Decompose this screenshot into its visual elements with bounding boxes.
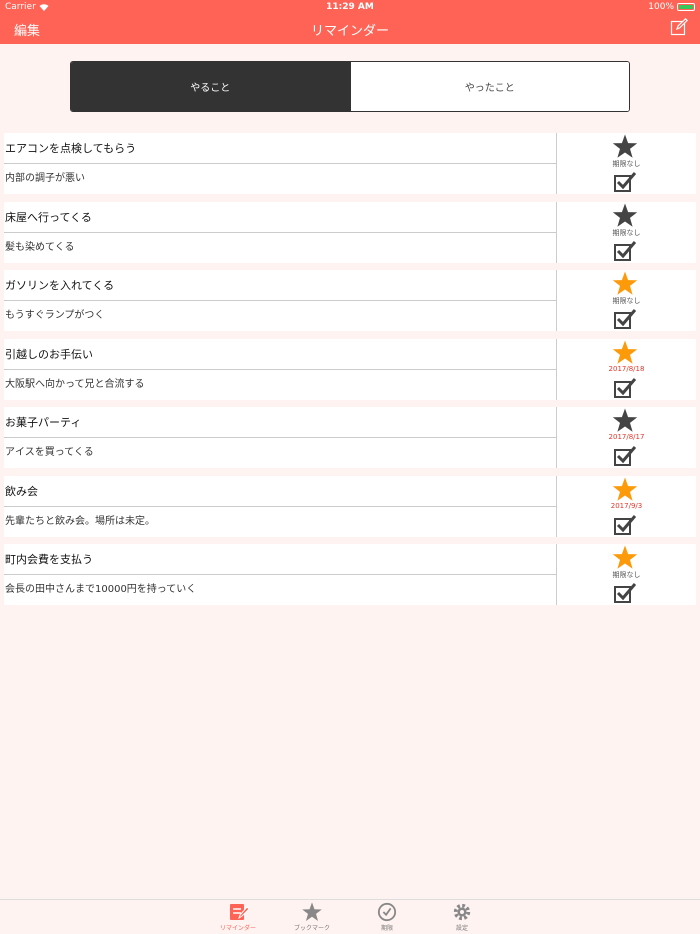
list-item[interactable]: 引越しのお手伝い大阪駅へ向かって兄と合流する 2017/8/18 bbox=[4, 338, 696, 400]
battery-icon bbox=[677, 3, 695, 11]
list-item-title: 飲み会 bbox=[4, 476, 557, 507]
list-item-text[interactable]: ガソリンを入れてくるもうすぐランプがつく bbox=[4, 270, 557, 331]
list-item-note: もうすぐランプがつく bbox=[5, 310, 105, 321]
star-icon[interactable] bbox=[612, 134, 638, 159]
checkbox-icon[interactable] bbox=[613, 445, 637, 467]
tab-label: リマインダー bbox=[219, 925, 256, 932]
checkbox-icon[interactable] bbox=[613, 582, 637, 604]
tab-star[interactable]: ブックマーク bbox=[282, 902, 342, 932]
list-item-title: エアコンを点検してもらう bbox=[4, 133, 557, 164]
reminder-icon bbox=[208, 902, 268, 922]
list-item-text[interactable]: エアコンを点検してもらう内部の調子が悪い bbox=[4, 133, 557, 194]
gear-icon bbox=[432, 902, 492, 922]
battery-group: 100% bbox=[648, 2, 695, 12]
page-title: リマインダー bbox=[310, 24, 389, 39]
list-item-title: 町内会費を支払う bbox=[4, 544, 557, 575]
list-item[interactable]: 床屋へ行ってくる髪も染めてくる 期限なし bbox=[4, 201, 696, 263]
due-date-label: 期限なし bbox=[612, 228, 641, 237]
due-date-label: 2017/8/18 bbox=[608, 364, 645, 373]
tab-gear[interactable]: 設定 bbox=[432, 902, 492, 932]
list-item[interactable]: 町内会費を支払う会長の田中さんまで10000円を持っていく 期限なし bbox=[4, 544, 696, 605]
tab-clock[interactable]: 期限 bbox=[357, 902, 417, 932]
star-icon[interactable] bbox=[612, 271, 638, 296]
list-item-title: ガソリンを入れてくる bbox=[4, 270, 557, 301]
list-item-actions: 2017/8/17 bbox=[557, 407, 696, 468]
list-item-title: お菓子パーティ bbox=[4, 407, 557, 438]
list-item-text[interactable]: 飲み会先輩たちと飲み会。場所は未定。 bbox=[4, 475, 557, 537]
star-icon[interactable] bbox=[612, 203, 638, 228]
list-item-actions: 2017/8/18 bbox=[557, 339, 696, 400]
list-item-actions: 2017/9/3 bbox=[557, 476, 696, 537]
tab-label: 期限 bbox=[380, 925, 393, 932]
due-date-label: 2017/8/17 bbox=[608, 433, 645, 441]
checkbox-icon[interactable] bbox=[613, 240, 637, 262]
status-bar: Carrier 11:29 AM 100% bbox=[0, 0, 700, 14]
list-item-text[interactable]: 町内会費を支払う会長の田中さんまで10000円を持っていく bbox=[4, 544, 557, 605]
tab-bar: リマインダー ブックマーク 期限 設定 bbox=[0, 899, 700, 934]
list-item-actions: 期限なし bbox=[557, 202, 696, 263]
segmented-control: やること やったこと bbox=[70, 61, 630, 112]
list-item-text[interactable]: 引越しのお手伝い大阪駅へ向かって兄と合流する bbox=[4, 338, 557, 400]
list-item-actions: 期限なし bbox=[557, 544, 696, 605]
list-item[interactable]: 飲み会先輩たちと飲み会。場所は未定。 2017/9/3 bbox=[4, 475, 696, 537]
list-item-note: 会長の田中さんまで10000円を持っていく bbox=[5, 584, 197, 595]
list-item-text[interactable]: 床屋へ行ってくる髪も染めてくる bbox=[4, 201, 557, 263]
due-date-label: 期限なし bbox=[612, 571, 641, 579]
due-date-label: 2017/9/3 bbox=[610, 501, 643, 510]
due-date-label: 期限なし bbox=[612, 297, 641, 305]
star-icon[interactable] bbox=[612, 545, 638, 570]
navigation-bar: Carrier 11:29 AM 100% 編集 リマインダー bbox=[0, 0, 700, 44]
list-item-title: 引越しのお手伝い bbox=[4, 339, 557, 370]
checkbox-icon[interactable] bbox=[613, 514, 637, 536]
list-item-title: 床屋へ行ってくる bbox=[4, 202, 557, 233]
star-icon[interactable] bbox=[612, 477, 638, 502]
checkbox-icon[interactable] bbox=[613, 377, 637, 399]
segment-done[interactable]: やったこと bbox=[349, 62, 629, 111]
reminder-list: エアコンを点検してもらう 内部の調子が悪い 期限なし 床屋へ行ってくる 髪も染めてくる期… bbox=[4, 133, 696, 613]
status-time: 11:29 AM bbox=[326, 2, 374, 12]
list-item[interactable]: ガソリンを入れてくるもうすぐランプがつく 期限なし bbox=[4, 270, 696, 331]
star-icon bbox=[282, 902, 342, 922]
star-icon[interactable] bbox=[612, 340, 638, 365]
list-item-actions: 期限なし bbox=[557, 133, 696, 194]
battery-label: 100% bbox=[648, 2, 674, 12]
segment-todo[interactable]: やること bbox=[71, 62, 350, 111]
tab-label: ブックマーク bbox=[293, 925, 330, 932]
checkbox-icon[interactable] bbox=[613, 171, 637, 193]
tab-label: 設定 bbox=[455, 925, 468, 932]
list-item[interactable]: お菓子パーティアイスを買ってくる 2017/8/17 bbox=[4, 407, 696, 468]
checkbox-icon[interactable] bbox=[613, 308, 637, 330]
due-date-label: 期限なし bbox=[612, 160, 641, 168]
tab-reminder[interactable]: リマインダー bbox=[208, 902, 268, 932]
compose-icon[interactable] bbox=[670, 18, 688, 36]
list-item-note: 髪も染めてくる bbox=[5, 241, 75, 253]
list-item-note: 先輩たちと飲み会。場所は未定。 bbox=[5, 515, 155, 527]
list-item[interactable]: エアコンを点検してもらう内部の調子が悪い 期限なし bbox=[4, 133, 696, 194]
list-item-note: 内部の調子が悪い bbox=[5, 173, 85, 184]
list-item-actions: 期限なし bbox=[557, 270, 696, 331]
list-item-text[interactable]: お菓子パーティアイスを買ってくる bbox=[4, 407, 557, 468]
star-icon[interactable] bbox=[612, 408, 638, 433]
clock-icon bbox=[357, 902, 417, 922]
list-item-note: アイスを買ってくる bbox=[5, 447, 94, 458]
list-item-note: 大阪駅へ向かって兄と合流する bbox=[5, 378, 145, 390]
